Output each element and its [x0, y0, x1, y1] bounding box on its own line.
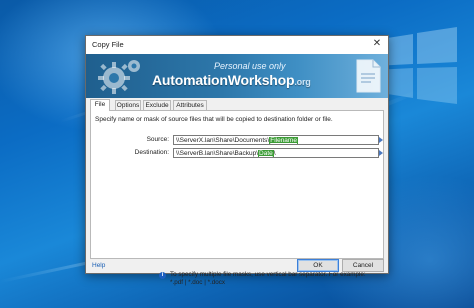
ok-button[interactable]: OK	[297, 259, 339, 272]
source-path-text: \\ServerX.lan\Share\Documents\	[176, 137, 270, 144]
destination-label: Destination:	[134, 149, 169, 156]
help-link[interactable]: Help	[92, 262, 105, 269]
cancel-button[interactable]: Cancel	[342, 259, 384, 272]
document-icon	[356, 59, 381, 93]
copy-file-dialog: Copy File ✕ Personal use only Automation…	[85, 35, 389, 286]
brand-logo-text: AutomationWorkshop.org	[152, 72, 311, 88]
destination-path-text: \\ServerB.lan\Share\Backup\	[176, 150, 259, 157]
info-text: To specify multiple file masks, use vert…	[170, 271, 366, 287]
brand-suffix: .org	[294, 77, 311, 87]
destination-suffix-text: \	[273, 150, 276, 157]
source-label: Source:	[146, 136, 169, 143]
close-icon[interactable]: ✕	[370, 37, 384, 51]
info-line-2: *.pdf | *.doc | *.docx	[170, 279, 226, 286]
file-tab-panel: Specify name or mask of source files tha…	[90, 110, 384, 286]
personal-use-label: Personal use only	[214, 61, 286, 71]
source-browse-arrow-icon[interactable]	[379, 137, 383, 143]
gear-icon	[98, 60, 140, 94]
info-icon: i	[159, 272, 166, 279]
instructions-text: Specify name or mask of source files tha…	[95, 116, 333, 123]
source-input[interactable]: \\ServerX.lan\Share\Documents\Filename	[173, 135, 379, 145]
window-title: Copy File	[92, 40, 124, 49]
brand-name: AutomationWorkshop	[152, 72, 295, 88]
date-variable-tag: Date	[258, 150, 274, 157]
header-banner: Personal use only AutomationWorkshop.org	[86, 54, 388, 98]
destination-input[interactable]: \\ServerB.lan\Share\Backup\Date\	[173, 148, 379, 158]
info-line-1: To specify multiple file masks, use vert…	[170, 271, 366, 278]
title-bar: Copy File ✕	[86, 36, 388, 54]
destination-browse-arrow-icon[interactable]	[379, 150, 383, 156]
filename-variable-tag: Filename	[269, 137, 298, 144]
tab-file[interactable]: File	[90, 99, 110, 111]
